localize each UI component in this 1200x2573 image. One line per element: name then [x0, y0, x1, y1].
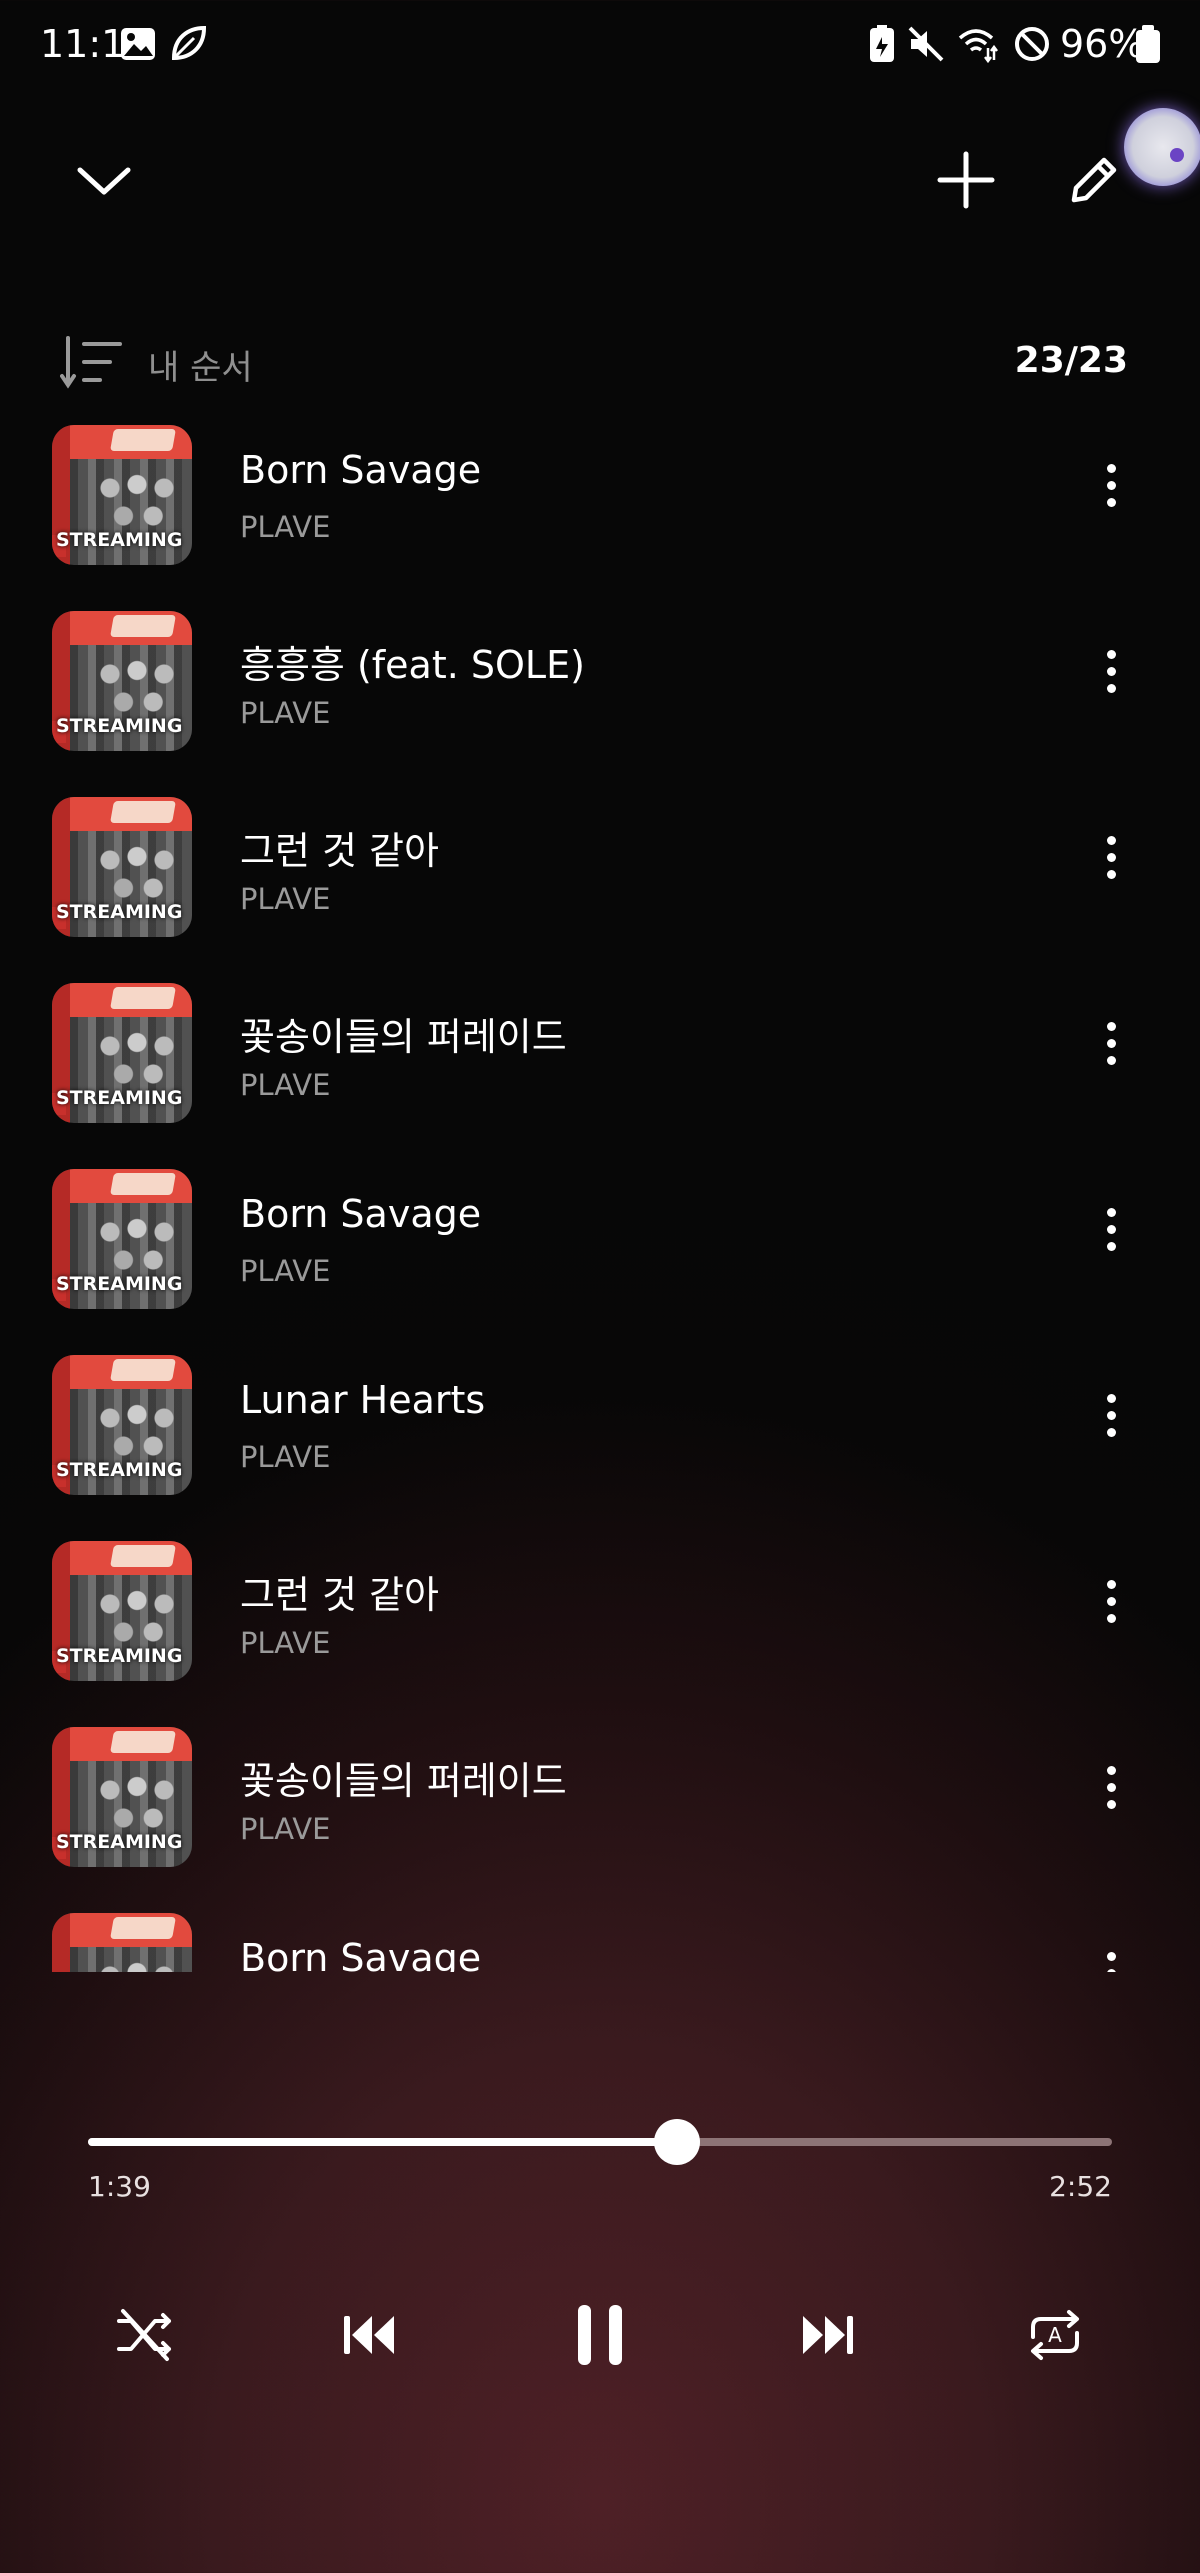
- track-row[interactable]: STREAMING Born Savage PLAVE: [0, 1164, 1200, 1350]
- track-title: Lunar Hearts: [240, 1378, 486, 1422]
- track-artist: PLAVE: [240, 882, 331, 916]
- next-button[interactable]: [782, 2290, 872, 2380]
- queue-header: 내 순서 23/23: [0, 330, 1200, 390]
- more-options-icon[interactable]: [1092, 1944, 1130, 1972]
- sort-label[interactable]: 내 순서: [148, 340, 253, 389]
- album-art: STREAMING: [52, 1727, 192, 1867]
- album-art-label: STREAMING: [56, 529, 183, 551]
- track-artist: PLAVE: [240, 1626, 331, 1660]
- album-art: STREAMING: [52, 797, 192, 937]
- track-title: Born Savage: [240, 1936, 482, 1972]
- more-options-icon[interactable]: [1092, 456, 1130, 526]
- more-options-icon[interactable]: [1092, 1758, 1130, 1828]
- assistant-bubble-icon[interactable]: [1124, 108, 1200, 186]
- top-bar: [0, 140, 1200, 250]
- more-options-icon[interactable]: [1092, 1200, 1130, 1270]
- track-title: 그런 것 같아: [240, 829, 439, 873]
- seek-bar[interactable]: [88, 2119, 1112, 2185]
- playback-controls: A: [0, 2290, 1200, 2410]
- album-art: STREAMING: [52, 1541, 192, 1681]
- track-row[interactable]: STREAMING 꽃송이들의 퍼레이드 PLAVE: [0, 1722, 1200, 1908]
- album-art: STREAMING: [52, 1913, 192, 1972]
- status-bar: 11:11 96%: [0, 0, 1200, 92]
- more-options-icon[interactable]: [1092, 642, 1130, 712]
- pause-icon: [578, 2305, 622, 2365]
- album-art-label: STREAMING: [56, 1831, 183, 1853]
- do-not-disturb-icon: [1015, 27, 1049, 61]
- leaf-notification-icon: [171, 25, 207, 61]
- shuffle-icon: [117, 2309, 171, 2361]
- pause-button[interactable]: [555, 2290, 645, 2380]
- total-time: 2:52: [1049, 2170, 1112, 2203]
- collapse-button[interactable]: [64, 140, 144, 220]
- more-options-icon[interactable]: [1092, 1386, 1130, 1456]
- album-art: STREAMING: [52, 425, 192, 565]
- next-icon: [803, 2316, 853, 2354]
- track-title: Born Savage: [240, 448, 482, 492]
- album-art-label: STREAMING: [56, 1273, 183, 1295]
- track-row[interactable]: STREAMING Lunar Hearts PLAVE: [0, 1350, 1200, 1536]
- queue-count: 23/23: [1014, 340, 1128, 381]
- track-row[interactable]: STREAMING Born Savage PLAVE: [0, 420, 1200, 606]
- album-art-label: STREAMING: [56, 715, 183, 737]
- album-art: STREAMING: [52, 611, 192, 751]
- battery-percent: 96%: [1060, 22, 1145, 66]
- album-art: STREAMING: [52, 983, 192, 1123]
- more-options-icon[interactable]: [1092, 828, 1130, 898]
- track-artist: PLAVE: [240, 1812, 331, 1846]
- queue-list: STREAMING Born Savage PLAVE STREAMING 흥흥흥 (f…: [0, 420, 1200, 1972]
- previous-icon: [344, 2316, 394, 2354]
- more-options-icon[interactable]: [1092, 1014, 1130, 1084]
- album-art-label: STREAMING: [56, 1087, 183, 1109]
- album-art-label: STREAMING: [56, 1459, 183, 1481]
- shuffle-button[interactable]: [100, 2290, 190, 2380]
- track-title: 꽃송이들의 퍼레이드: [240, 1015, 567, 1059]
- track-title: 그런 것 같아: [240, 1573, 439, 1617]
- album-art-label: STREAMING: [56, 1645, 183, 1667]
- track-artist: PLAVE: [240, 1440, 331, 1474]
- album-art-label: STREAMING: [56, 901, 183, 923]
- assistant-dot: [1170, 148, 1184, 162]
- album-art: STREAMING: [52, 1355, 192, 1495]
- track-title: Born Savage: [240, 1192, 482, 1236]
- elapsed-time: 1:39: [88, 2170, 151, 2203]
- track-row[interactable]: STREAMING 흥흥흥 (feat. SOLE) PLAVE: [0, 606, 1200, 792]
- battery-icon: [1136, 25, 1160, 63]
- gallery-notification-icon: [121, 28, 155, 60]
- album-art: STREAMING: [52, 1169, 192, 1309]
- track-row[interactable]: STREAMINGBorn SavagePLAVE: [0, 1908, 1200, 1972]
- svg-text:A: A: [1048, 2323, 1062, 2347]
- seek-fill: [88, 2138, 677, 2146]
- more-options-icon[interactable]: [1092, 1572, 1130, 1642]
- chevron-down-icon: [77, 167, 131, 195]
- add-button[interactable]: [926, 140, 1006, 220]
- track-row[interactable]: STREAMING 그런 것 같아 PLAVE: [0, 1536, 1200, 1722]
- battery-saver-icon: [870, 25, 894, 62]
- sort-order-icon[interactable]: [60, 334, 126, 390]
- track-artist: PLAVE: [240, 510, 331, 544]
- track-artist: PLAVE: [240, 1254, 331, 1288]
- track-title: 흥흥흥 (feat. SOLE): [240, 643, 585, 687]
- plus-icon: [937, 151, 995, 209]
- wifi-icon: [958, 29, 998, 64]
- track-artist: PLAVE: [240, 1068, 331, 1102]
- pencil-icon: [1071, 157, 1117, 203]
- repeat-button[interactable]: A: [1010, 2290, 1100, 2380]
- edit-button[interactable]: [1054, 140, 1134, 220]
- repeat-icon: A: [1031, 2310, 1079, 2360]
- track-title: 꽃송이들의 퍼레이드: [240, 1759, 567, 1803]
- seek-handle[interactable]: [653, 2119, 700, 2165]
- track-artist: PLAVE: [240, 696, 331, 730]
- previous-button[interactable]: [325, 2290, 415, 2380]
- track-row[interactable]: STREAMING 꽃송이들의 퍼레이드 PLAVE: [0, 978, 1200, 1164]
- track-row[interactable]: STREAMING 그런 것 같아 PLAVE: [0, 792, 1200, 978]
- mute-icon: [908, 26, 944, 62]
